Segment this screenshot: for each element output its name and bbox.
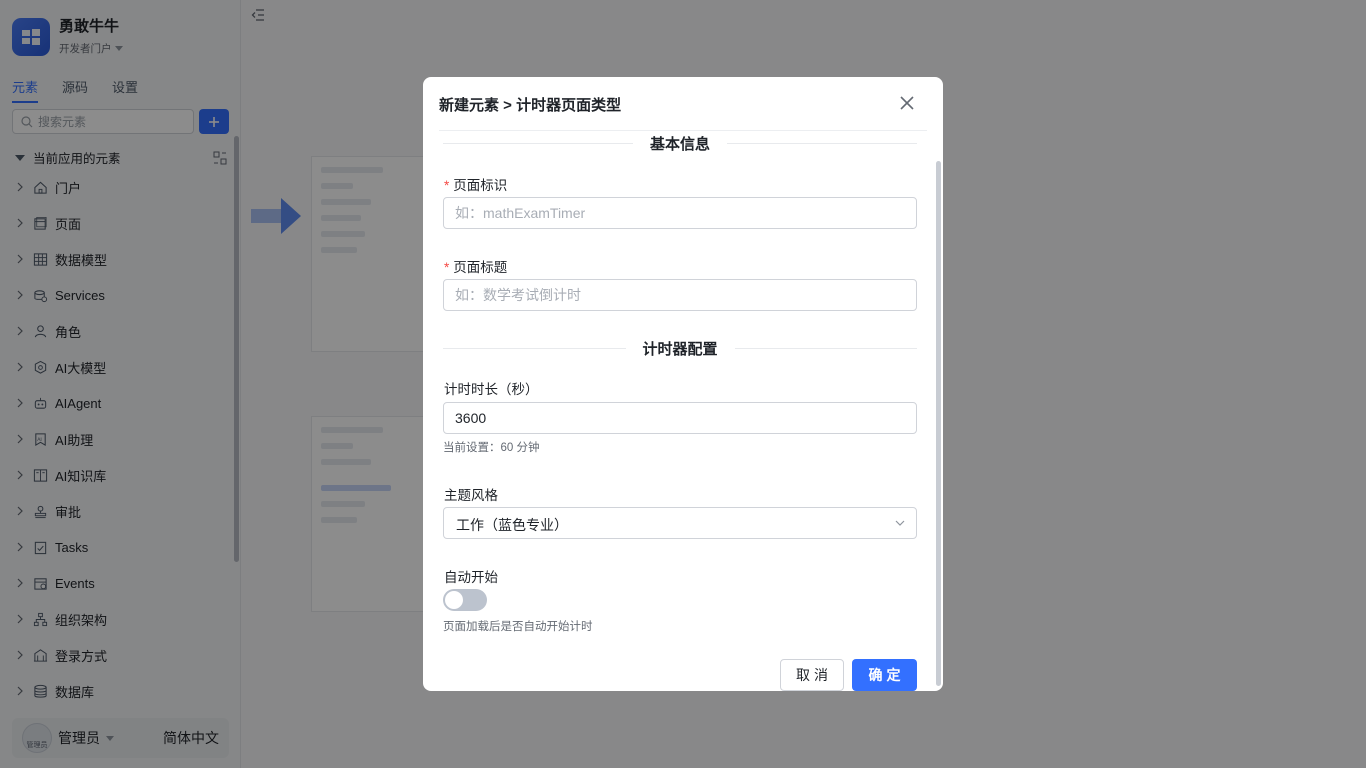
auto-start-label: 自动开始	[444, 570, 498, 585]
auto-start-hint: 页面加载后是否自动开始计时	[443, 621, 593, 633]
page-title-label-text: 页面标题	[453, 260, 508, 275]
section-basic-info: 基本信息	[443, 133, 918, 154]
section-timer-config-title: 计时器配置	[642, 341, 718, 358]
auto-start-toggle[interactable]	[443, 589, 487, 611]
page-title-field-box	[443, 279, 917, 311]
section-timer-config: 计时器配置	[443, 338, 918, 359]
cancel-button[interactable]: 取消	[780, 659, 844, 691]
theme-label: 主题风格	[444, 488, 498, 503]
duration-input[interactable]	[444, 403, 916, 433]
confirm-button[interactable]: 确定	[852, 659, 917, 691]
close-icon[interactable]	[898, 94, 916, 112]
duration-field-box	[443, 402, 917, 434]
page-id-label-text: 页面标识	[453, 178, 508, 193]
page-id-field-box	[443, 197, 917, 229]
duration-hint: 当前设置：60 分钟	[443, 442, 540, 454]
theme-select-value: 工作（蓝色专业）	[456, 517, 568, 533]
page-title-label: * 页面标题	[444, 260, 508, 275]
duration-label: 计时时长（秒）	[444, 382, 539, 397]
chevron-down-icon	[895, 520, 905, 526]
toggle-knob	[445, 591, 463, 609]
page-title-input[interactable]	[444, 280, 916, 310]
page-id-label: * 页面标识	[444, 178, 508, 193]
dialog-scrollbar[interactable]	[936, 161, 941, 686]
dialog-divider	[439, 130, 927, 131]
page-id-input[interactable]	[444, 198, 916, 228]
theme-select[interactable]: 工作（蓝色专业）	[443, 507, 917, 539]
dialog-title: 新建元素 > 计时器页面类型	[439, 97, 622, 114]
section-basic-info-title: 基本信息	[650, 136, 711, 153]
new-element-dialog: 新建元素 > 计时器页面类型 基本信息 *页面标识 *页面标题 计时器配置 计时…	[423, 77, 943, 691]
